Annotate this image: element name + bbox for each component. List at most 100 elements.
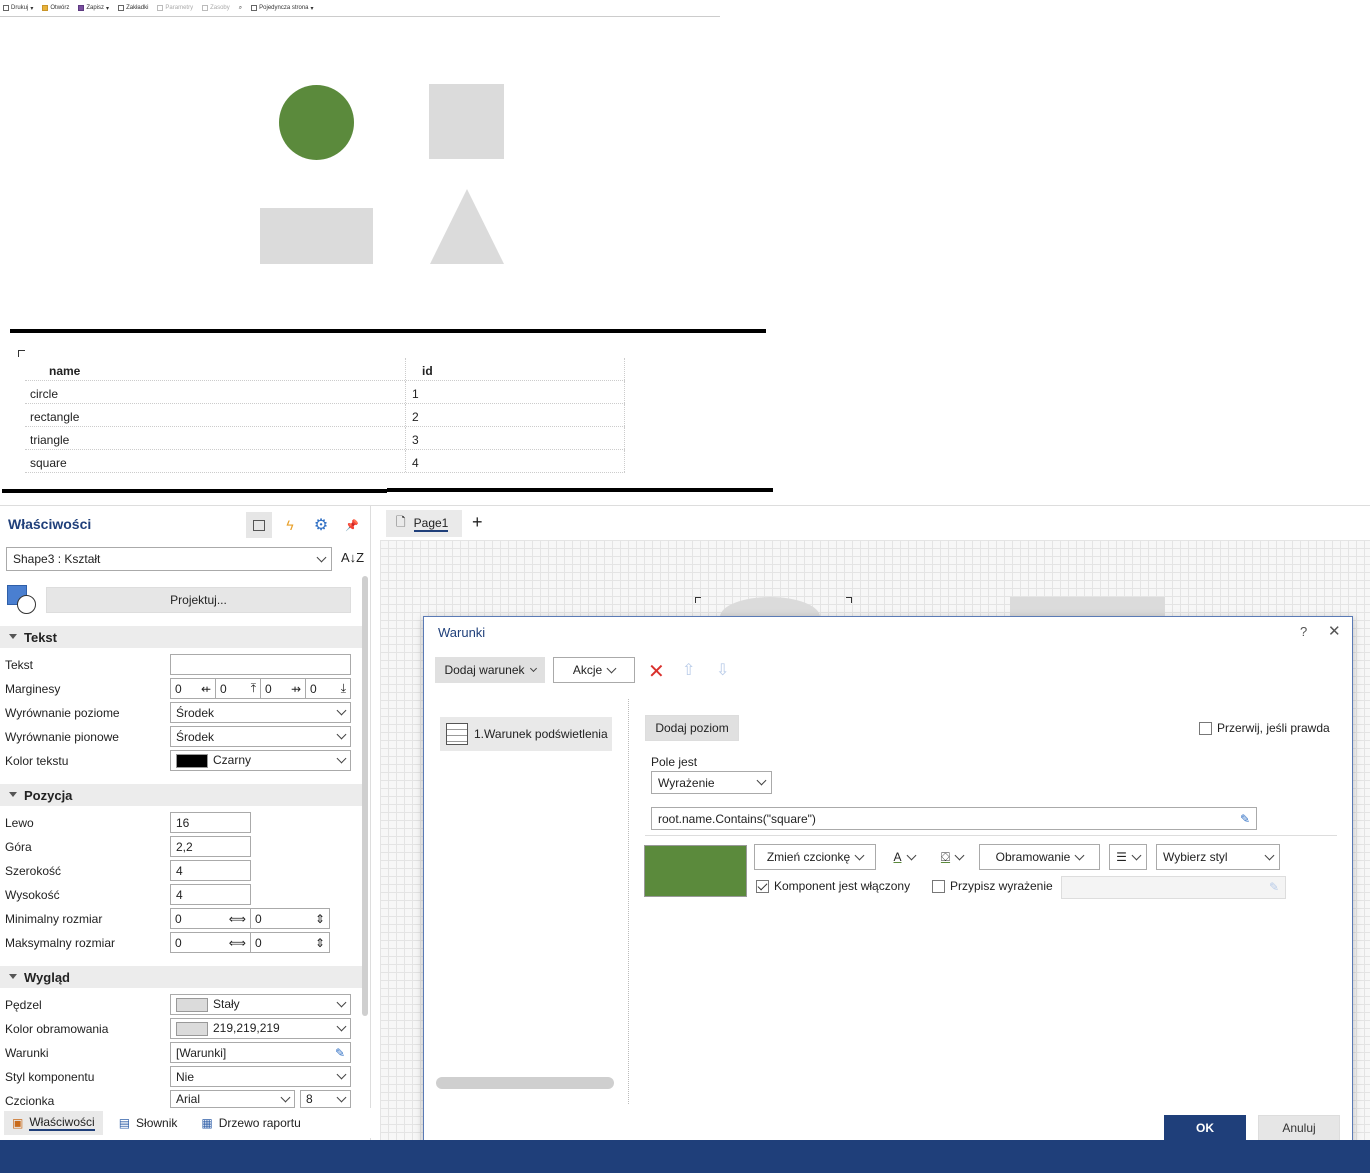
assign-expression-field[interactable]: ✎ bbox=[1061, 876, 1286, 899]
max-width-field[interactable]: 0 ⟺ bbox=[170, 932, 251, 953]
ok-button[interactable]: OK bbox=[1164, 1115, 1246, 1141]
left-field[interactable]: 16 bbox=[170, 812, 251, 833]
save-button[interactable]: Zapisz ▾ bbox=[78, 5, 109, 12]
list-icon bbox=[253, 519, 265, 531]
chevron-down-icon bbox=[756, 775, 767, 786]
selection-handle[interactable] bbox=[846, 597, 852, 603]
selection-handle[interactable] bbox=[695, 597, 701, 603]
help-button[interactable]: ? bbox=[1300, 624, 1307, 639]
field-type-select[interactable]: Wyrażenie bbox=[651, 771, 772, 794]
add-condition-button[interactable]: Dodaj warunek bbox=[435, 657, 545, 683]
conditions-label: Warunki bbox=[5, 1046, 49, 1060]
margin-bottom-field[interactable]: 0 ⤓ bbox=[305, 678, 351, 699]
chevron-down-icon bbox=[336, 1092, 347, 1102]
properties-scrollbar[interactable] bbox=[362, 576, 368, 1016]
move-up-button[interactable]: ⇧ bbox=[682, 660, 695, 680]
design-button[interactable]: Projektuj... bbox=[46, 587, 351, 613]
min-height-field[interactable]: 0 ⇕ bbox=[250, 908, 330, 929]
arrow-down-icon: ⇩ bbox=[716, 662, 730, 679]
tab-properties[interactable]: ▣ Właściwości bbox=[4, 1111, 103, 1135]
table-condition-icon bbox=[446, 723, 468, 745]
text-field[interactable] bbox=[170, 654, 351, 675]
pin-icon: 📌 bbox=[345, 519, 359, 532]
table-row: rectangle 2 bbox=[25, 404, 625, 427]
find-button[interactable]: ⌕ bbox=[239, 5, 242, 12]
margin-right-field[interactable]: 0 ⇸ bbox=[260, 678, 306, 699]
chevron-down-icon bbox=[1074, 850, 1085, 860]
section-text[interactable]: Tekst bbox=[0, 626, 362, 648]
horizontal-scrollbar[interactable] bbox=[436, 1077, 614, 1089]
change-font-dropdown[interactable]: Zmień czcionkę bbox=[754, 844, 876, 870]
brush-select[interactable]: Stały bbox=[170, 994, 351, 1015]
font-size-select[interactable]: 8 bbox=[300, 1090, 351, 1108]
height-field[interactable]: 4 bbox=[170, 884, 251, 905]
field-is-label: Pole jest bbox=[651, 755, 698, 769]
expression-field[interactable]: root.name.Contains("square") ✎ bbox=[651, 807, 1257, 830]
tab-dictionary[interactable]: ▤ Słownik bbox=[111, 1112, 186, 1134]
chevron-down-icon bbox=[336, 1021, 347, 1032]
settings-button[interactable]: ⚙ bbox=[308, 512, 334, 538]
pencil-icon[interactable]: ✎ bbox=[335, 1046, 345, 1060]
section-position[interactable]: Pozycja bbox=[0, 784, 362, 806]
actions-dropdown[interactable]: Akcje bbox=[553, 657, 635, 683]
single-page-button[interactable]: Pojedyncza strona ▾ bbox=[251, 5, 314, 12]
properties-view-button[interactable] bbox=[246, 512, 272, 538]
events-button[interactable]: ϟ bbox=[277, 512, 303, 538]
condition-list-item[interactable]: 1.Warunek podświetlenia bbox=[440, 717, 612, 751]
halign-select[interactable]: Środek bbox=[170, 702, 351, 723]
border-color-select[interactable]: 219,219,219 bbox=[170, 1018, 351, 1039]
width-field[interactable]: 4 bbox=[170, 860, 251, 881]
border-dropdown[interactable]: Obramowanie bbox=[979, 844, 1100, 870]
splitter[interactable] bbox=[628, 699, 629, 1104]
conditions-field[interactable]: [Warunki] ✎ bbox=[170, 1042, 351, 1063]
assign-expression-checkbox[interactable]: Przypisz wyrażenie bbox=[932, 879, 1053, 893]
component-select[interactable]: Shape3 : Kształt bbox=[6, 547, 332, 571]
bookmarks-button[interactable]: Zakładki bbox=[118, 5, 148, 11]
min-width-field[interactable]: 0 ⟺ bbox=[170, 908, 251, 929]
cancel-button[interactable]: Anuluj bbox=[1258, 1115, 1340, 1141]
tab-page1[interactable]: 🗋 Page1 bbox=[386, 510, 462, 537]
add-page-button[interactable]: + bbox=[472, 512, 483, 533]
add-level-button[interactable]: Dodaj poziom bbox=[645, 715, 739, 741]
text-color-select[interactable]: Czarny bbox=[170, 750, 351, 771]
section-appearance[interactable]: Wygląd bbox=[0, 966, 362, 988]
sort-button[interactable]: A↓Z bbox=[341, 550, 364, 565]
valign-label: Wyrównanie pionowe bbox=[5, 730, 119, 744]
folder-icon bbox=[42, 5, 49, 11]
shape-icon bbox=[7, 585, 37, 615]
font-select[interactable]: Arial bbox=[170, 1090, 295, 1108]
parameters-button[interactable]: Parametry bbox=[157, 5, 193, 11]
component-style-select[interactable]: Nie bbox=[170, 1066, 351, 1087]
delete-button[interactable]: ✕ bbox=[648, 659, 665, 684]
open-button[interactable]: Otwórz bbox=[42, 5, 69, 11]
pencil-icon[interactable]: ✎ bbox=[1240, 812, 1250, 826]
move-down-button[interactable]: ⇩ bbox=[716, 660, 729, 680]
choose-style-select[interactable]: Wybierz styl bbox=[1156, 844, 1280, 870]
pin-button[interactable]: 📌 bbox=[339, 512, 365, 538]
lightning-icon: ϟ bbox=[286, 517, 294, 533]
text-color-dropdown[interactable]: A bbox=[886, 844, 922, 870]
bookmarks-icon bbox=[118, 5, 125, 11]
checkbox bbox=[756, 879, 769, 893]
fill-color-dropdown[interactable]: ⛋ bbox=[934, 844, 970, 870]
cell-name: triangle bbox=[25, 427, 406, 449]
dictionary-icon: ▤ bbox=[118, 1116, 131, 1130]
break-if-true-checkbox[interactable]: Przerwij, jeśli prawda bbox=[1199, 721, 1330, 735]
divider bbox=[645, 835, 1337, 836]
print-button[interactable]: Drukuj ▾ bbox=[3, 5, 33, 12]
margin-top-field[interactable]: 0 ⤒ bbox=[215, 678, 261, 699]
tab-report-tree[interactable]: ▦ Drzewo raportu bbox=[193, 1112, 308, 1134]
highlight-preview bbox=[644, 845, 747, 897]
cell-name: circle bbox=[25, 381, 406, 403]
resources-button[interactable]: Zasoby bbox=[202, 5, 230, 11]
top-field[interactable]: 2,2 bbox=[170, 836, 251, 857]
margin-left-field[interactable]: 0 ⇷ bbox=[170, 678, 216, 699]
close-button[interactable]: ✕ bbox=[1328, 622, 1341, 640]
valign-select[interactable]: Środek bbox=[170, 726, 351, 747]
horizontal-resize-icon: ⟺ bbox=[228, 911, 246, 926]
arrow-down-icon: ⤓ bbox=[340, 681, 346, 695]
table-row: circle 1 bbox=[25, 381, 625, 404]
max-height-field[interactable]: 0 ⇕ bbox=[250, 932, 330, 953]
icon-set-dropdown[interactable]: ☰ bbox=[1109, 844, 1147, 870]
component-enabled-checkbox[interactable]: Komponent jest włączony bbox=[756, 879, 910, 893]
